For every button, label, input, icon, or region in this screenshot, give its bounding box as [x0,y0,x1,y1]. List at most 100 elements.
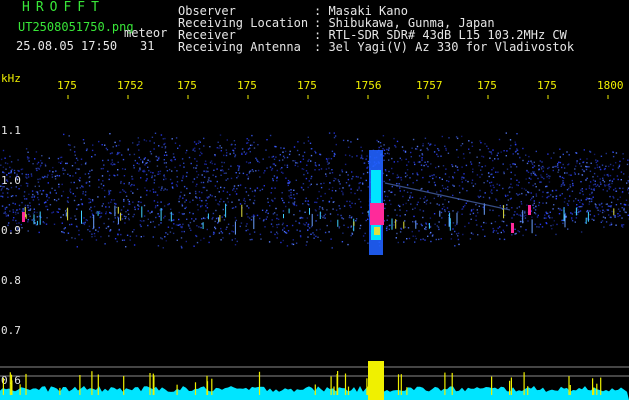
echo-streak [219,215,221,222]
noise-dot [546,173,548,176]
noise-dot [37,196,39,199]
noise-dot [468,148,470,150]
noise-dot [54,189,56,191]
noise-dot [290,189,292,191]
noise-dot [140,196,142,198]
noise-dot [429,225,432,227]
noise-dot [89,176,91,178]
noise-dot [120,180,122,183]
noise-dot [211,162,213,165]
noise-dot [367,160,370,163]
noise-dot [164,215,166,217]
noise-dot [23,191,26,193]
noise-dot [405,158,407,160]
noise-dot [571,220,574,222]
noise-dot [563,184,566,186]
noise-dot [231,239,233,241]
noise-dot [622,153,624,155]
noise-dot [251,169,254,171]
noise-dot [523,188,526,190]
noise-dot [599,210,601,212]
noise-dot [6,179,8,181]
noise-dot [326,209,328,211]
noise-dot [154,132,157,134]
noise-dot [216,180,218,183]
echo-streak [117,218,119,225]
noise-dot [146,162,148,164]
noise-dot [588,187,591,189]
noise-dot [295,242,298,244]
noise-dot [102,203,104,205]
noise-dot [412,235,414,237]
noise-dot [511,234,513,236]
noise-dot [586,166,588,168]
noise-dot [271,199,273,201]
noise-dot [164,147,166,150]
noise-dot [549,211,551,213]
noise-dot [235,193,238,195]
noise-dot [470,232,473,234]
noise-dot [251,190,254,193]
noise-dot [567,187,570,190]
noise-dot [194,150,196,152]
noise-dot [589,213,591,216]
noise-dot [592,179,595,181]
noise-dot [503,231,505,233]
noise-dot [183,194,186,196]
noise-dot [356,138,359,140]
noise-dot [542,165,544,168]
noise-dot [76,208,78,210]
noise-dot [517,153,519,155]
noise-dot [489,185,492,187]
noise-dot [405,202,407,205]
noise-dot [247,194,250,197]
noise-dot [495,198,497,200]
noise-dot [127,213,130,215]
noise-dot [414,221,416,223]
noise-dot [162,138,164,140]
noise-dot [75,218,77,220]
noise-dot [472,212,475,215]
noise-dot [559,148,561,150]
noise-dot [329,213,332,215]
noise-dot [214,226,216,228]
noise-dot [205,171,207,173]
noise-dot [78,204,80,206]
noise-dot [560,184,563,186]
noise-dot [342,187,344,189]
noise-dot [499,205,501,207]
noise-dot [51,212,53,214]
noise-dot [267,197,269,200]
noise-dot [295,162,297,164]
noise-dot [421,169,423,171]
spectrum-spike [330,376,332,395]
noise-dot [400,159,403,161]
spectrum-spike [491,376,493,395]
noise-dot [413,161,415,164]
noise-dot [376,139,378,142]
noise-dot [437,195,439,197]
noise-dot [245,191,248,193]
noise-dot [580,189,582,191]
noise-dot [6,162,9,165]
noise-dot [174,142,177,144]
noise-dot [419,161,421,163]
noise-dot [183,166,185,168]
noise-dot [489,182,491,184]
noise-dot [531,216,533,218]
echo-streak [403,221,405,229]
noise-dot [441,178,443,180]
noise-dot [117,169,119,171]
noise-dot [252,170,254,173]
noise-dot [10,170,12,172]
noise-dot [143,235,145,237]
noise-dot [145,173,148,176]
noise-dot [157,159,159,161]
noise-dot [399,190,401,192]
noise-dot [344,154,347,156]
noise-dot [117,152,119,155]
noise-dot [80,163,83,166]
noise-dot [293,214,295,216]
noise-dot [461,143,464,145]
noise-dot [605,221,608,223]
